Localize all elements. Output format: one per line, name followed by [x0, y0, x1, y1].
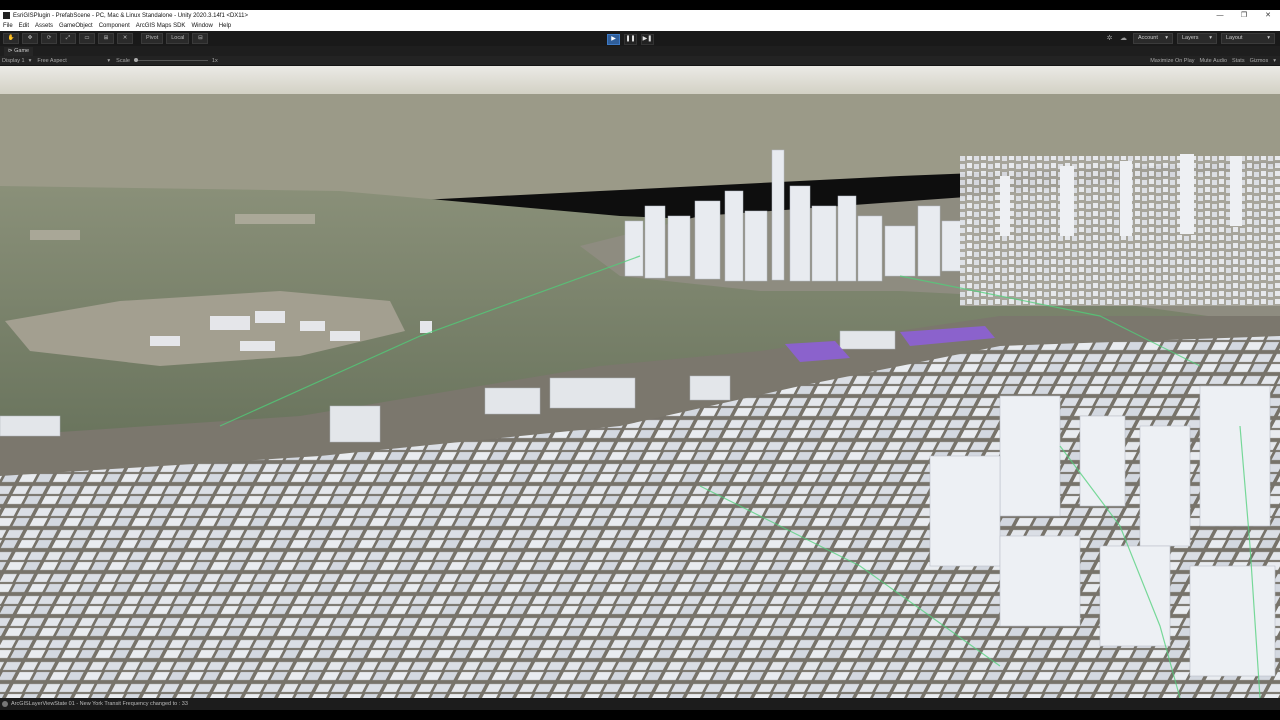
layers-label: Layers [1182, 35, 1199, 41]
scale-tool-icon[interactable]: ⤢ [60, 33, 76, 44]
play-button[interactable]: ▶ [607, 34, 620, 45]
rotate-tool-icon[interactable]: ⟳ [41, 33, 57, 44]
chevron-down-icon: ▾ [1267, 35, 1270, 41]
menu-assets[interactable]: Assets [35, 23, 53, 29]
menu-window[interactable]: Window [191, 23, 212, 29]
menu-component[interactable]: Component [99, 23, 130, 29]
grid-snap-icon[interactable]: ⊟ [192, 33, 209, 44]
gizmos-dropdown[interactable]: Gizmos [1250, 58, 1269, 64]
local-toggle[interactable]: Local [166, 33, 190, 44]
local-label: Local [171, 35, 185, 41]
liberty-island [30, 230, 80, 240]
info-icon [2, 701, 8, 707]
menu-help[interactable]: Help [219, 23, 231, 29]
game-tab-row: ⊳ Game [0, 46, 1280, 56]
game-view-controls: Display 1 ▾ Free Aspect ▾ Scale 1x Maxim… [0, 56, 1280, 66]
pause-button[interactable]: ❚❚ [624, 34, 637, 45]
scale-value: 1x [211, 57, 218, 64]
pivot-toggle[interactable]: Pivot [141, 33, 164, 44]
menu-arcgis-maps-sdk[interactable]: ArcGIS Maps SDK [136, 23, 186, 29]
cloud-icon[interactable]: ☁ [1118, 34, 1129, 43]
menu-edit[interactable]: Edit [19, 23, 29, 29]
collab-icon[interactable]: ✲ [1104, 34, 1115, 43]
status-bar: ArcGISLayerViewState 01 - New York Trans… [0, 698, 1280, 710]
display-dropdown[interactable]: Display 1 [2, 58, 25, 64]
close-button[interactable]: ✕ [1256, 10, 1280, 21]
toolbar-right: ✲ ☁ Account ▾ Layers ▾ Layout ▾ [1101, 33, 1275, 44]
transform-tool-icon[interactable]: ⊞ [98, 33, 114, 44]
maximize-on-play-toggle[interactable]: Maximize On Play [1150, 58, 1194, 64]
step-button[interactable]: ▶❚ [641, 34, 654, 45]
game-tab-label: Game [14, 47, 30, 54]
maximize-button[interactable]: ❐ [1232, 10, 1256, 21]
layers-dropdown[interactable]: Layers ▾ [1177, 33, 1217, 44]
account-label: Account [1138, 35, 1158, 41]
aspect-dropdown[interactable]: Free Aspect [37, 58, 107, 64]
layout-dropdown[interactable]: Layout ▾ [1221, 33, 1275, 44]
custom-tool-icon[interactable]: ✕ [117, 33, 133, 44]
rect-tool-icon[interactable]: ▭ [79, 33, 95, 44]
main-toolbar: ✋ ✥ ⟳ ⤢ ▭ ⊞ ✕ Pivot Local ⊟ ▶ ❚❚ ▶❚ ✲ ☁ … [0, 31, 1280, 46]
scale-label: Scale [116, 57, 130, 64]
mute-audio-toggle[interactable]: Mute Audio [1200, 58, 1228, 64]
playback-controls: ▶ ❚❚ ▶❚ [607, 34, 658, 45]
status-message[interactable]: ArcGISLayerViewState 01 - New York Trans… [11, 701, 188, 707]
account-dropdown[interactable]: Account ▾ [1133, 33, 1173, 44]
game-viewport-3d-city[interactable] [0, 66, 1280, 698]
hand-tool-icon[interactable]: ✋ [3, 33, 19, 44]
layout-label: Layout [1226, 35, 1243, 41]
window-title: EsriGISPlugin - PrefabScene - PC, Mac & … [13, 12, 249, 19]
window-controls: — ❐ ✕ [1208, 10, 1280, 21]
minimize-button[interactable]: — [1208, 10, 1232, 21]
pivot-label: Pivot [146, 35, 159, 41]
slider-handle[interactable] [133, 58, 138, 62]
game-view-toggles: Maximize On Play Mute Audio Stats Gizmos… [1145, 56, 1276, 66]
window-titlebar: EsriGISPlugin - PrefabScene - PC, Mac & … [0, 10, 1280, 21]
move-tool-icon[interactable]: ✥ [22, 33, 38, 44]
chevron-down-icon: ▾ [1209, 35, 1212, 41]
menu-bar: File Edit Assets GameObject Component Ar… [0, 21, 1280, 31]
menu-gameobject[interactable]: GameObject [59, 23, 93, 29]
chevron-down-icon: ▾ [1273, 58, 1276, 64]
unity-logo-icon [3, 12, 10, 19]
stats-toggle[interactable]: Stats [1232, 58, 1245, 64]
scale-slider[interactable] [133, 58, 208, 62]
menu-file[interactable]: File [3, 23, 13, 29]
chevron-down-icon: ▾ [1165, 35, 1168, 41]
chevron-down-icon: ▾ [28, 57, 32, 64]
bottom-letterbox [0, 710, 1280, 720]
tab-game[interactable]: ⊳ Game [4, 46, 34, 56]
chevron-down-icon: ▾ [107, 57, 111, 64]
ellis-island [235, 214, 315, 224]
top-letterbox [0, 0, 1280, 10]
